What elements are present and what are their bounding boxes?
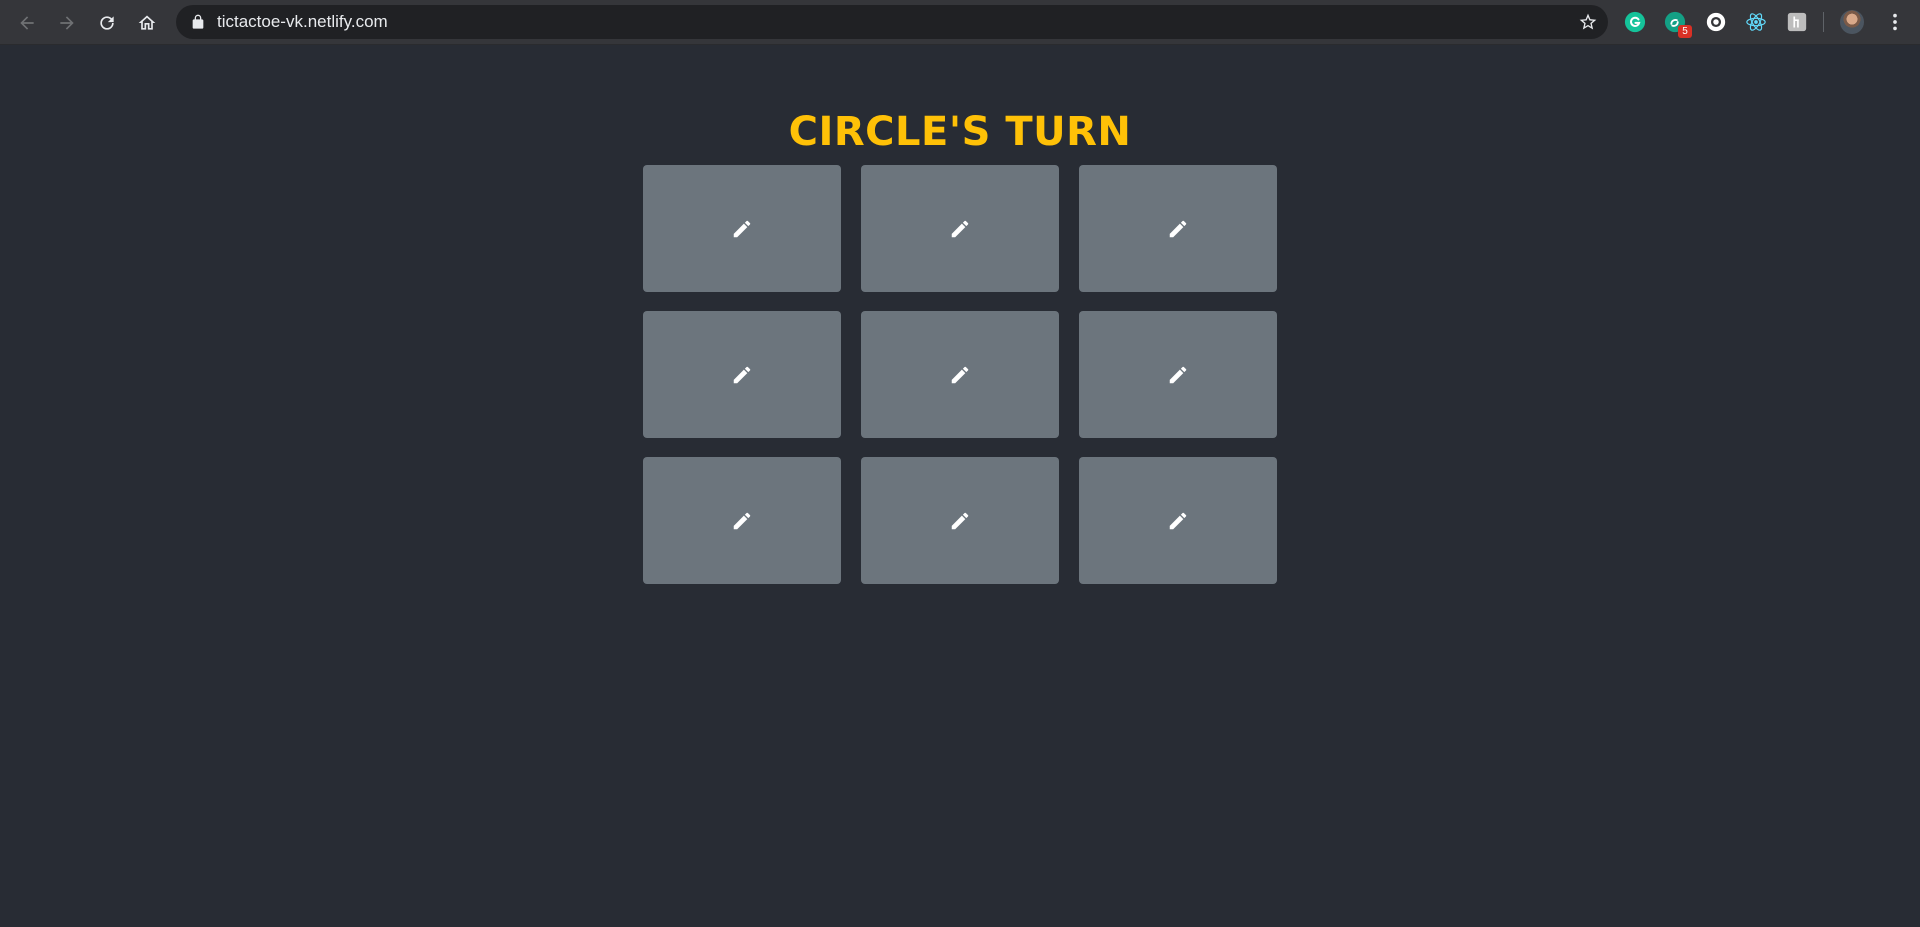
browser-toolbar: tictactoe-vk.netlify.com 5 <box>0 0 1920 45</box>
reload-button[interactable] <box>93 9 121 37</box>
board-cell[interactable] <box>861 311 1059 438</box>
reload-icon <box>100 16 114 30</box>
board-cell[interactable] <box>1079 311 1277 438</box>
pencil-icon <box>733 366 751 383</box>
bookmark-star-icon[interactable] <box>1578 12 1598 32</box>
board-cell[interactable] <box>1079 165 1277 292</box>
extension-round-icon[interactable] <box>1705 11 1727 33</box>
grammarly-icon[interactable] <box>1624 11 1646 33</box>
pencil-icon <box>951 220 969 237</box>
pencil-icon <box>1169 220 1187 237</box>
pencil-icon <box>1169 366 1187 383</box>
pencil-icon <box>1169 512 1187 529</box>
board-cell[interactable] <box>643 311 841 438</box>
pencil-icon <box>951 512 969 529</box>
lock-icon <box>192 14 204 29</box>
forward-button[interactable] <box>53 9 81 37</box>
extension-badge-count: 5 <box>1678 25 1692 38</box>
turn-status: CIRCLE'S TURN <box>788 109 1132 155</box>
profile-avatar[interactable] <box>1840 10 1864 34</box>
board-cell[interactable] <box>1079 457 1277 584</box>
board-cell[interactable] <box>643 165 841 292</box>
pencil-icon <box>951 366 969 383</box>
url-text[interactable]: tictactoe-vk.netlify.com <box>217 13 388 31</box>
game-board <box>643 165 1277 584</box>
pencil-icon <box>733 512 751 529</box>
toolbar-divider <box>1823 12 1824 32</box>
home-icon <box>138 15 156 30</box>
arrow-right-icon <box>60 16 74 30</box>
board-cell[interactable] <box>643 457 841 584</box>
home-button[interactable] <box>133 9 161 37</box>
pencil-icon <box>733 220 751 237</box>
arrow-left-icon <box>20 16 34 30</box>
extension-badge-icon[interactable]: 5 <box>1664 11 1692 38</box>
react-devtools-icon[interactable] <box>1745 11 1767 33</box>
board-cell[interactable] <box>861 165 1059 292</box>
page-content: CIRCLE'S TURN <box>0 46 1920 927</box>
more-vert-icon[interactable] <box>1884 11 1906 33</box>
address-bar[interactable]: tictactoe-vk.netlify.com <box>176 5 1608 39</box>
board-cell[interactable] <box>861 457 1059 584</box>
back-button[interactable] <box>13 9 41 37</box>
extension-square-icon[interactable] <box>1786 11 1808 33</box>
